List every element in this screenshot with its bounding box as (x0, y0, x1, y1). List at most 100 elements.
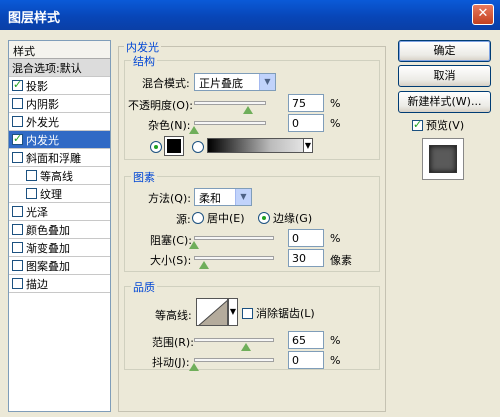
preview-checkbox[interactable] (412, 118, 423, 131)
style-list-item[interactable]: 颜色叠加 (9, 221, 110, 239)
noise-slider[interactable] (194, 121, 266, 125)
chevron-down-icon: ▼ (229, 307, 237, 316)
chevron-down-icon: ▼ (235, 189, 251, 205)
gradient-picker[interactable] (207, 138, 313, 153)
quality-title: 品质 (131, 279, 157, 295)
method-label: 方法(Q): (148, 192, 191, 205)
close-icon: ✕ (477, 6, 489, 21)
antialias-label: 消除锯齿(L) (256, 307, 315, 320)
style-list-item-label: 内阴影 (26, 97, 59, 111)
style-list-item[interactable]: 等高线 (9, 167, 110, 185)
style-checkbox[interactable] (12, 116, 23, 127)
style-list-item[interactable]: 混合选项:默认 (9, 59, 110, 77)
style-list-header: 样式 (9, 41, 110, 59)
style-list-item[interactable]: 纹理 (9, 185, 110, 203)
preview-swatch (429, 145, 457, 173)
antialias-checkbox[interactable] (242, 307, 253, 319)
style-checkbox[interactable] (12, 152, 23, 163)
window-titlebar: 图层样式 ✕ (0, 0, 500, 30)
style-list-item-label: 描边 (26, 277, 48, 291)
style-checkbox[interactable] (12, 260, 23, 271)
noise-slider-thumb[interactable] (189, 126, 199, 134)
style-checkbox[interactable] (12, 78, 23, 91)
noise-label: 杂色(N): (148, 119, 191, 132)
opacity-slider-thumb[interactable] (243, 106, 253, 114)
style-checkbox[interactable] (12, 224, 23, 235)
jitter-input[interactable]: 0 (288, 351, 324, 369)
ok-button[interactable]: 确定 (398, 40, 491, 62)
chevron-down-icon: ▼ (304, 141, 312, 150)
blend-mode-label: 混合模式: (142, 77, 190, 90)
style-checkbox[interactable] (12, 242, 23, 253)
contour-picker[interactable] (196, 298, 228, 326)
blend-mode-value: 正片叠底 (199, 77, 243, 90)
gradient-dropdown-button[interactable]: ▼ (303, 138, 313, 153)
style-checkbox[interactable] (12, 206, 23, 217)
source-edge-radio[interactable] (258, 212, 270, 224)
choke-input[interactable]: 0 (288, 229, 324, 247)
noise-unit: % (330, 117, 341, 130)
style-checkbox[interactable] (12, 278, 23, 289)
glow-color-swatch[interactable] (164, 136, 184, 156)
style-list-item[interactable]: 光泽 (9, 203, 110, 221)
opacity-unit: % (330, 97, 341, 110)
jitter-unit: % (330, 354, 341, 367)
opacity-label: 不透明度(O): (128, 99, 193, 112)
style-list-item[interactable]: 描边 (9, 275, 110, 293)
source-label: 源: (176, 213, 191, 226)
jitter-slider[interactable] (194, 358, 274, 362)
chevron-down-icon: ▼ (259, 74, 275, 90)
source-edge-option[interactable]: 边缘(G) (258, 210, 312, 226)
choke-unit: % (330, 232, 341, 245)
style-list-item-label: 混合选项:默认 (12, 61, 82, 75)
style-list-item[interactable]: 内阴影 (9, 95, 110, 113)
style-checkbox[interactable] (26, 188, 37, 199)
style-list-item-label: 等高线 (40, 169, 73, 183)
noise-input[interactable]: 0 (288, 114, 324, 132)
size-slider-thumb[interactable] (198, 261, 209, 269)
elements-title: 图素 (131, 169, 157, 185)
blend-mode-select[interactable]: 正片叠底 ▼ (194, 73, 276, 91)
source-center-option[interactable]: 居中(E) (192, 210, 245, 226)
size-input[interactable]: 30 (288, 249, 324, 267)
choke-slider[interactable] (194, 236, 274, 240)
style-list: 样式 混合选项:默认投影内阴影外发光内发光斜面和浮雕等高线纹理光泽颜色叠加渐变叠… (8, 40, 111, 412)
opacity-input[interactable]: 75 (288, 94, 324, 112)
contour-curve-icon (198, 300, 227, 325)
style-list-item[interactable]: 斜面和浮雕 (9, 149, 110, 167)
style-list-item[interactable]: 外发光 (9, 113, 110, 131)
source-edge-label: 边缘(G) (273, 212, 313, 225)
style-list-item[interactable]: 内发光 (9, 131, 110, 149)
style-checkbox[interactable] (26, 170, 37, 181)
jitter-slider-thumb[interactable] (189, 363, 199, 371)
range-input[interactable]: 65 (288, 331, 324, 349)
choke-label: 阻塞(C): (150, 234, 192, 247)
preview-option[interactable]: 预览(V) (412, 117, 464, 133)
style-list-item-label: 斜面和浮雕 (26, 151, 81, 165)
glow-color-fill (167, 139, 181, 153)
style-list-item-label: 投影 (26, 79, 48, 93)
source-center-radio[interactable] (192, 212, 204, 224)
style-list-item[interactable]: 渐变叠加 (9, 239, 110, 257)
size-unit: 像素 (330, 254, 352, 267)
method-select[interactable]: 柔和 ▼ (194, 188, 252, 206)
gradient-radio[interactable] (192, 141, 204, 153)
close-button[interactable]: ✕ (472, 4, 494, 25)
new-style-button[interactable]: 新建样式(W)... (398, 91, 491, 113)
size-slider[interactable] (194, 256, 274, 260)
choke-slider-thumb[interactable] (189, 241, 199, 249)
contour-dropdown-button[interactable]: ▼ (228, 298, 238, 326)
range-slider[interactable] (194, 338, 274, 342)
style-checkbox[interactable] (12, 132, 23, 145)
size-label: 大小(S): (150, 254, 192, 267)
opacity-slider[interactable] (194, 101, 266, 105)
style-preview-thumbnail (422, 138, 464, 180)
range-slider-thumb[interactable] (241, 343, 251, 351)
style-checkbox[interactable] (12, 98, 23, 109)
style-list-item-label: 外发光 (26, 115, 59, 129)
style-list-item[interactable]: 投影 (9, 77, 110, 95)
style-list-item[interactable]: 图案叠加 (9, 257, 110, 275)
color-radio[interactable] (150, 141, 162, 153)
antialias-option[interactable]: 消除锯齿(L) (242, 305, 315, 321)
cancel-button[interactable]: 取消 (398, 65, 491, 87)
